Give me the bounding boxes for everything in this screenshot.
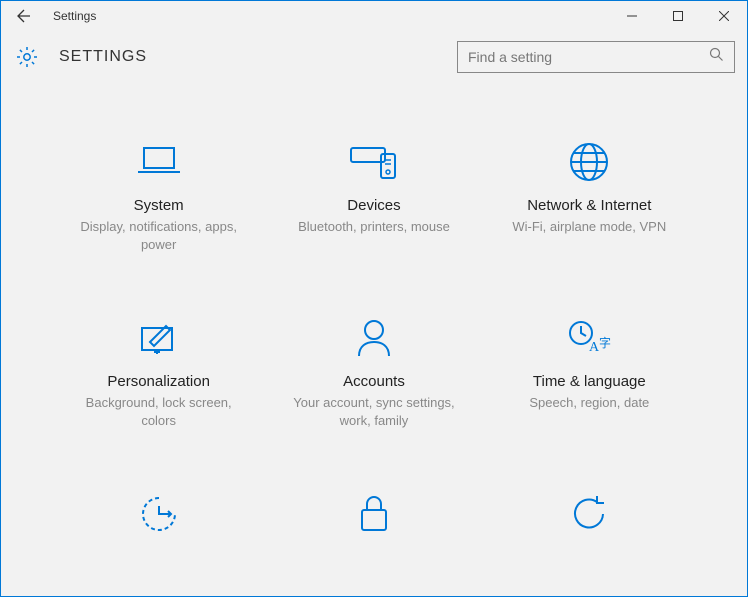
search-box[interactable] [457,41,735,73]
back-button[interactable] [1,1,47,31]
minimize-icon [627,11,637,21]
tile-desc: Background, lock screen, colors [69,394,249,429]
tile-title: Time & language [499,373,679,390]
maximize-icon [673,11,683,21]
tile-desc: Bluetooth, printers, mouse [284,218,464,236]
tile-ease-of-access[interactable] [69,489,249,549]
svg-text:字: 字 [599,335,611,350]
update-icon [499,489,679,539]
tile-system[interactable]: System Display, notifications, apps, pow… [69,137,249,253]
maximize-button[interactable] [655,1,701,31]
tile-devices[interactable]: Devices Bluetooth, printers, mouse [284,137,464,253]
window-title: Settings [47,9,96,23]
tile-time-language[interactable]: A 字 Time & language Speech, region, date [499,313,679,429]
ease-of-access-icon [69,489,249,539]
tile-title: Network & Internet [499,197,679,214]
tile-title: Personalization [69,373,249,390]
accounts-icon [284,313,464,363]
tile-network[interactable]: Network & Internet Wi-Fi, airplane mode,… [499,137,679,253]
time-language-icon: A 字 [499,313,679,363]
back-arrow-icon [16,8,32,24]
tile-title: Accounts [284,373,464,390]
privacy-icon [284,489,464,539]
settings-grid: System Display, notifications, apps, pow… [1,137,747,549]
search-icon [709,47,724,67]
tile-desc: Your account, sync settings, work, famil… [284,394,464,429]
titlebar: Settings [1,1,747,31]
tile-desc: Speech, region, date [499,394,679,412]
globe-icon [499,137,679,187]
page-title: SETTINGS [59,48,147,66]
close-button[interactable] [701,1,747,31]
close-icon [719,11,729,21]
tile-title: Devices [284,197,464,214]
tile-desc: Wi-Fi, airplane mode, VPN [499,218,679,236]
tile-update[interactable] [499,489,679,549]
tile-accounts[interactable]: Accounts Your account, sync settings, wo… [284,313,464,429]
tile-desc: Display, notifications, apps, power [69,218,249,253]
devices-icon [284,137,464,187]
personalization-icon [69,313,249,363]
search-input[interactable] [468,49,709,65]
minimize-button[interactable] [609,1,655,31]
tile-personalization[interactable]: Personalization Background, lock screen,… [69,313,249,429]
tile-privacy[interactable] [284,489,464,549]
settings-gear-icon [13,43,41,71]
tile-title: System [69,197,249,214]
header: SETTINGS [1,31,747,77]
laptop-icon [69,137,249,187]
